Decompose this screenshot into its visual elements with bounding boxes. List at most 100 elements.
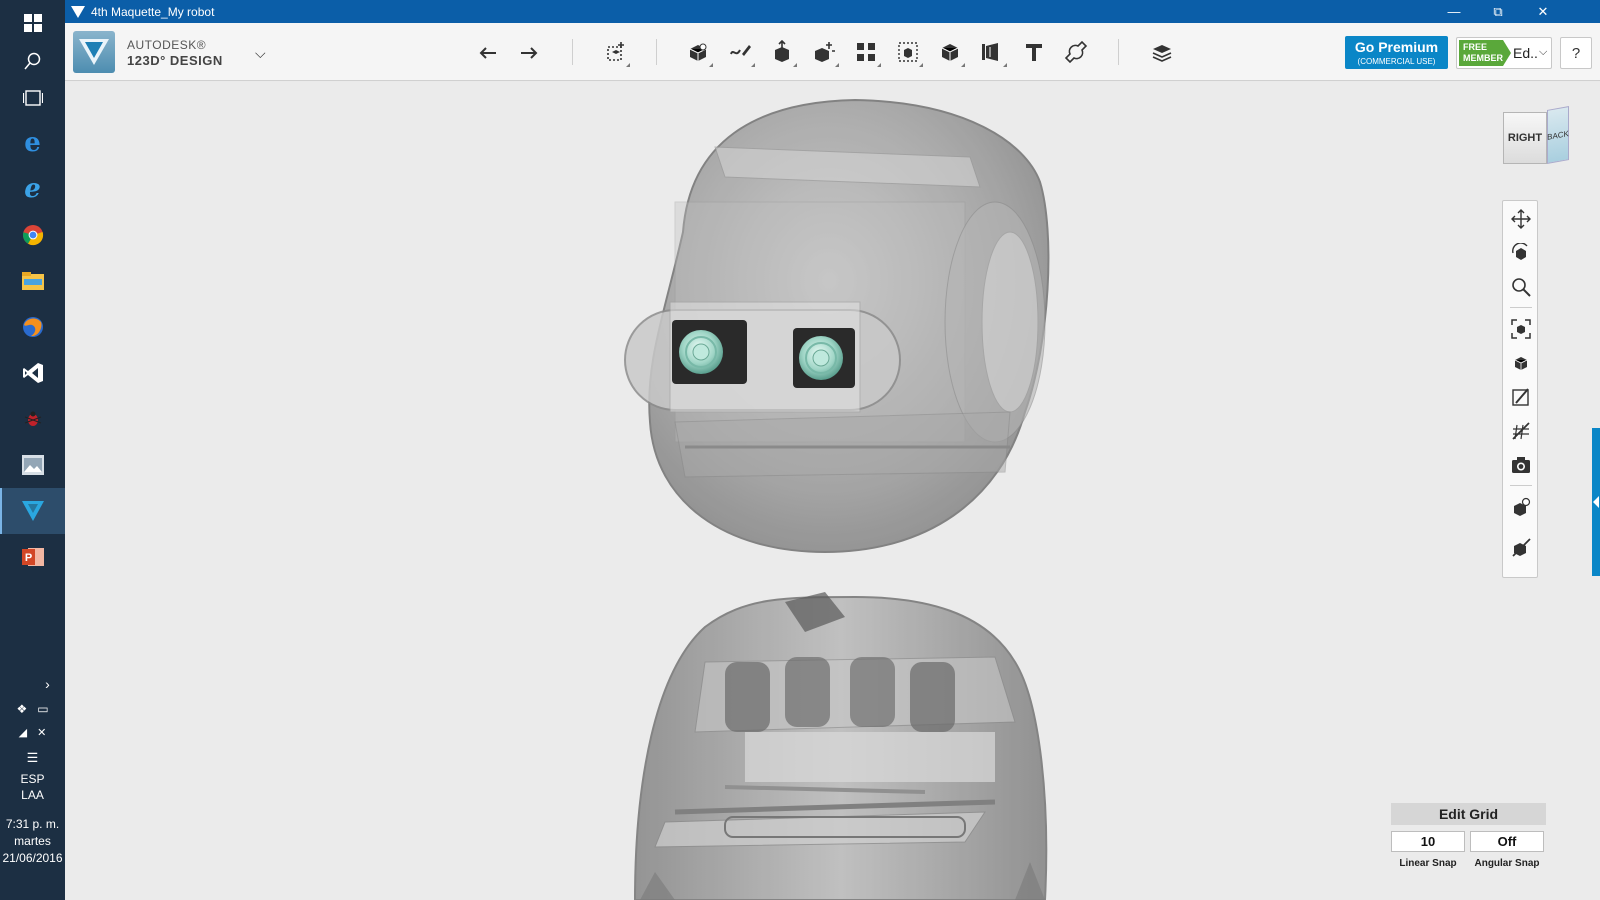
measure-icon — [982, 43, 998, 61]
right-eye-sensor[interactable] — [793, 328, 855, 388]
account-menu[interactable]: FREE MEMBER Ed.. ⌵ — [1456, 37, 1552, 69]
svg-text:P: P — [24, 552, 31, 564]
group-icon — [898, 42, 918, 62]
3d-viewport[interactable]: RIGHT BACK Edit Grid 10 Off Linear Snap … — [65, 82, 1600, 900]
taskbar-photos[interactable] — [0, 442, 65, 488]
sketch-icon — [730, 45, 751, 56]
fit-view-icon — [1511, 319, 1531, 339]
taskbar-chrome[interactable] — [0, 212, 65, 258]
view-mode-button[interactable] — [1507, 349, 1535, 377]
view-cube-front-face[interactable]: RIGHT — [1503, 112, 1547, 164]
close-icon: ✕ — [1537, 3, 1549, 19]
primitives-button[interactable] — [681, 35, 715, 69]
construct-button[interactable] — [765, 35, 799, 69]
sketch-visibility-icon — [1512, 388, 1529, 406]
taskbar-visual-studio[interactable] — [0, 350, 65, 396]
fit-view-button[interactable] — [1507, 315, 1535, 343]
taskbar-internet-explorer[interactable]: e — [0, 166, 65, 212]
side-panel-toggle[interactable] — [1592, 428, 1600, 576]
minimize-button[interactable]: — — [1432, 0, 1476, 23]
go-premium-label: Go Premium — [1354, 39, 1439, 55]
dropbox-icon[interactable]: ❖ — [16, 702, 27, 716]
orbit-button[interactable] — [1507, 239, 1535, 267]
redo-icon — [521, 47, 538, 59]
sketch-button[interactable] — [723, 35, 757, 69]
text-button[interactable] — [1017, 35, 1051, 69]
redo-button[interactable] — [512, 35, 546, 69]
view-cube-side-face[interactable]: BACK — [1547, 106, 1569, 164]
measure-button[interactable] — [975, 35, 1009, 69]
app-menu-logo[interactable] — [73, 31, 115, 73]
dropdown-corner-icon — [919, 63, 923, 67]
zoom-button[interactable] — [1507, 273, 1535, 301]
nav-separator — [1510, 307, 1532, 308]
dropdown-corner-icon — [961, 63, 965, 67]
pan-button[interactable] — [1507, 205, 1535, 233]
undo-icon — [479, 47, 496, 59]
wifi-icon[interactable]: ◢ — [19, 726, 27, 739]
materials-visibility-button[interactable] — [1507, 493, 1535, 521]
taskbar-powerpoint[interactable]: P — [0, 534, 65, 580]
title-bar[interactable]: 4th Maquette_My robot — ⧉ ✕ — [65, 0, 1600, 23]
clock-day: martes — [14, 834, 51, 848]
taskbar-file-explorer[interactable] — [0, 258, 65, 304]
combine-button[interactable] — [933, 35, 967, 69]
group-button[interactable] — [891, 35, 925, 69]
restore-button[interactable]: ⧉ — [1476, 0, 1520, 23]
show-hidden-icons[interactable]: › — [0, 676, 65, 692]
angular-snap-label: Angular Snap — [1474, 858, 1540, 869]
tray-row-1: ❖ ▭ — [0, 702, 65, 716]
snap-icon — [1064, 40, 1088, 64]
undo-button[interactable] — [471, 35, 505, 69]
123d-logo-icon — [79, 39, 109, 65]
linear-snap-label: Linear Snap — [1399, 858, 1457, 869]
modify-button[interactable] — [807, 35, 841, 69]
transform-button[interactable] — [598, 35, 632, 69]
account-username: Ed.. — [1513, 45, 1538, 61]
clock[interactable]: 7:31 p. m. martes 21/06/2016 — [0, 816, 65, 867]
close-button[interactable]: ✕ — [1521, 0, 1565, 23]
taskbar-debugger[interactable] — [0, 396, 65, 442]
language-code: ESP — [20, 772, 45, 786]
123d-design-icon — [21, 501, 44, 521]
camera-icon — [1512, 457, 1530, 473]
app-menu-chevron-icon[interactable]: ⌵ — [255, 45, 266, 62]
sketch-visibility-button[interactable] — [1507, 383, 1535, 411]
robot-body[interactable] — [633, 592, 1048, 900]
edit-grid-button[interactable]: Edit Grid — [1391, 803, 1546, 825]
free-badge-line1: FREE — [1463, 42, 1488, 52]
combine-icon — [941, 44, 959, 61]
material-button[interactable] — [1145, 35, 1179, 69]
left-eye-sensor[interactable] — [672, 320, 747, 384]
view-cube[interactable]: RIGHT BACK — [1503, 106, 1569, 172]
go-premium-button[interactable]: Go Premium (COMMERCIAL USE) — [1345, 36, 1448, 69]
keyboard-layout: LAA — [21, 788, 44, 802]
internet-explorer-icon: e — [24, 174, 41, 204]
grid-visibility-button[interactable] — [1507, 417, 1535, 445]
window-title: 4th Maquette_My robot — [91, 4, 215, 19]
snap-button[interactable] — [1059, 35, 1093, 69]
taskbar-edge[interactable]: e — [0, 120, 65, 166]
dropdown-corner-icon — [626, 63, 630, 67]
tray-row-2: ◢ ✕ — [0, 726, 65, 739]
robot-model-scene[interactable] — [65, 82, 1600, 900]
action-center-button[interactable]: ☰ — [0, 750, 65, 766]
pattern-button[interactable] — [849, 35, 883, 69]
grid-visibility-icon — [1512, 422, 1530, 440]
linear-snap-field[interactable]: 10 — [1391, 831, 1465, 852]
battery-icon[interactable]: ▭ — [37, 702, 48, 716]
visual-studio-icon — [22, 363, 43, 383]
help-button[interactable]: ? — [1560, 37, 1592, 69]
clock-date: 21/06/2016 — [2, 851, 63, 865]
pattern-icon — [857, 43, 875, 61]
taskbar-firefox[interactable] — [0, 304, 65, 350]
hide-materials-button[interactable] — [1507, 533, 1535, 561]
taskbar-123d-design[interactable] — [0, 488, 65, 534]
screenshot-button[interactable] — [1507, 451, 1535, 479]
angular-snap-field[interactable]: Off — [1470, 831, 1544, 852]
volume-muted-icon[interactable]: ✕ — [37, 726, 46, 739]
language-indicator[interactable]: ESP LAA — [0, 771, 65, 803]
task-view-button[interactable] — [0, 75, 65, 121]
robot-head[interactable] — [624, 98, 1050, 554]
toolbar-separator — [656, 39, 657, 65]
